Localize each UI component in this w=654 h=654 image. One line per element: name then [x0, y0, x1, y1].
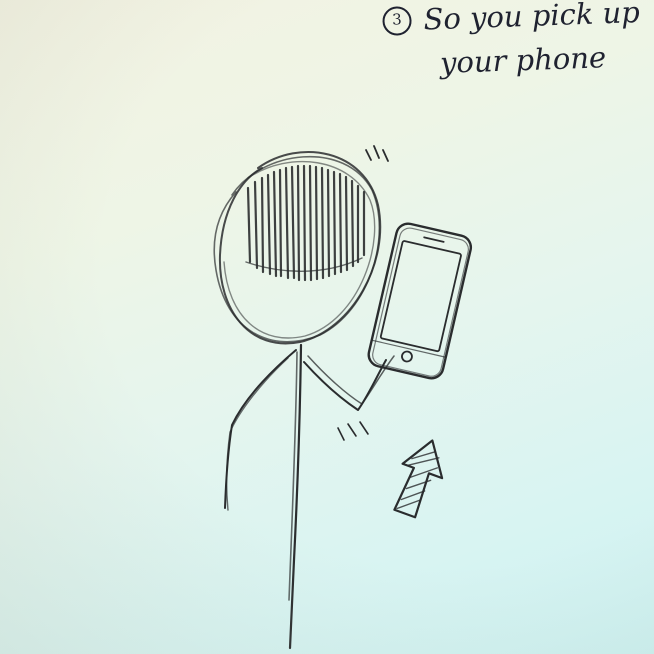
up-arrow-icon	[393, 439, 444, 519]
right-arm	[303, 355, 395, 441]
motion-lines-top	[365, 145, 389, 162]
hair-hatching	[245, 164, 366, 282]
sketch-paper: 3 So you pick up your phone	[0, 0, 654, 654]
body	[288, 343, 303, 650]
left-arm	[224, 349, 297, 511]
phone-icon	[367, 222, 473, 380]
stick-figure-drawing	[213, 145, 473, 650]
